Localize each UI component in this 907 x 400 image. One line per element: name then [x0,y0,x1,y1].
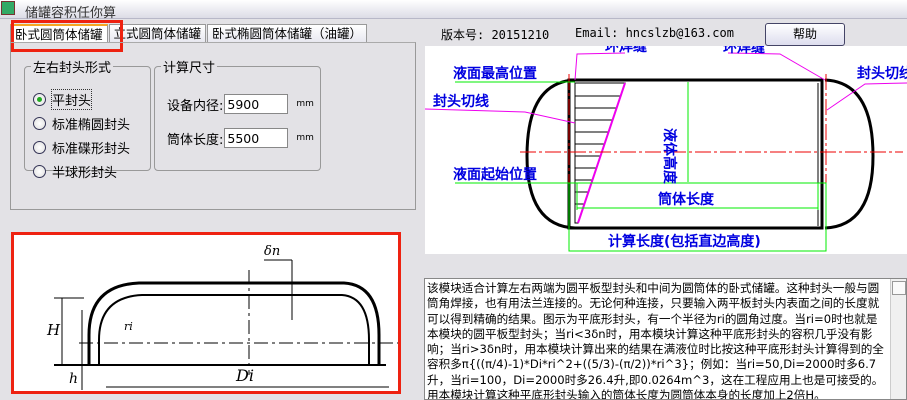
radio-circle[interactable] [33,117,46,130]
head-type-title: 左右封头形式 [33,61,112,76]
size-title: 计算尺寸 [163,61,216,76]
diameter-unit: mm [296,99,314,109]
radio-circle[interactable] [33,141,46,154]
radio-circle[interactable] [33,93,46,106]
min-level-label: 液面起始位置 [453,166,537,183]
tab-horizontal-cylinder[interactable]: 卧式圆筒体储罐 [10,24,108,42]
head-tangent-right-label: 封头切线 [857,65,907,82]
scroll-up-arrow[interactable] [892,281,906,295]
info-bar: 版本号: 20151210 Email: hncslzb@163.com 帮助 [425,20,907,46]
head-type-group: 左右封头形式 平封头 标准椭圆封头 标准碟形封头 半球形封头 [24,57,151,181]
description-text[interactable]: 该模块适合计算左右两端为圆平板型封头和中间为圆筒体的卧式储罐。这种封头一般与圆筒… [424,278,907,400]
head-tangent-left-label: 封头切线 [433,93,489,110]
length-unit: mm [296,133,314,143]
tank-diagram: 环焊缝 环焊缝 液面最高位置 封头切线 封头切线 液面起始位置 液体高度 筒体长… [424,38,907,254]
liquid-height-label: 液体高度 [661,128,678,185]
window-title: 储罐容积任你算 [25,6,117,21]
title-bar: 储罐容积任你算 [0,0,907,21]
diameter-symbol: Di [235,366,254,385]
max-level-label: 液面最高位置 [453,65,537,82]
tab-horizontal-elliptic[interactable]: 卧式椭圆筒体储罐（油罐） [207,24,368,42]
weld-label-right: 环焊缝 [723,46,765,56]
diameter-row: 设备内径: mm [167,94,314,114]
h-big-label: H [46,321,61,339]
radio-elliptical-head[interactable]: 标准椭圆封头 [33,114,130,133]
tab-bar: 卧式圆筒体储罐 立式圆筒体储罐 卧式椭圆筒体储罐（油罐） [10,24,368,42]
h-small-label: h [69,371,78,387]
weld-label-left: 环焊缝 [605,46,647,55]
length-input[interactable] [224,128,289,148]
length-label: 筒体长度: [167,132,224,148]
scrollbar[interactable] [890,279,906,399]
radius-label: ri [124,320,133,333]
diameter-input[interactable] [224,94,289,114]
calc-length-label: 计算长度(包括直边高度) [608,233,761,250]
diameter-label: 设备内径: [167,98,224,114]
tab-vertical-cylinder[interactable]: 立式圆筒体储罐 [108,24,207,42]
radio-hemispherical-head[interactable]: 半球形封头 [33,162,117,181]
tab-panel: 左右封头形式 平封头 标准椭圆封头 标准碟形封头 半球形封头 计算尺寸 设备内径… [10,42,416,210]
radio-dished-head[interactable]: 标准碟形封头 [33,138,130,157]
email-text: Email: hncslzb@163.com [575,26,734,40]
length-row: 筒体长度: mm [167,128,314,148]
radio-circle[interactable] [33,165,46,178]
version-text: 版本号: 20151210 [441,28,550,42]
radio-flat-head[interactable]: 平封头 [33,89,93,110]
shell-length-label: 筒体长度 [658,191,715,208]
size-group: 计算尺寸 设备内径: mm 筒体长度: mm [154,57,321,171]
delta-label: δn [264,244,280,259]
app-icon [1,1,15,15]
head-drawing: δn H h ri Di [11,232,414,394]
help-button[interactable]: 帮助 [765,23,845,46]
description-body: 该模块适合计算左右两端为圆平板型封头和中间为圆筒体的卧式储罐。这种封头一般与圆筒… [427,281,884,400]
